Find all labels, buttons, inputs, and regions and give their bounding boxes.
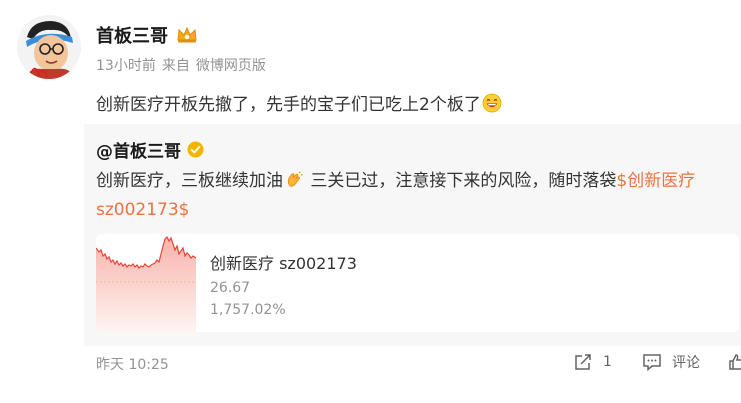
stock-change: 1,757.02%: [210, 302, 286, 318]
post-text: 创新医疗开板先撤了，先手的宝子们已吃上2个板了: [96, 90, 502, 115]
crown-icon[interactable]: [176, 26, 198, 44]
avatar[interactable]: [17, 15, 81, 79]
author-row: 首板三哥: [96, 22, 198, 48]
share-icon: [573, 352, 593, 372]
stock-card[interactable]: 创新医疗 sz002173 26.67 1,757.02%: [96, 234, 739, 332]
clap-emoji-icon: [285, 170, 303, 188]
post-source: 微博网页版: [195, 58, 266, 74]
comment-label: 评论: [672, 355, 700, 371]
post-text-content: 创新医疗开板先撤了，先手的宝子们已吃上2个板了: [96, 95, 481, 115]
post-meta: 13小时前 来自 微博网页版: [96, 55, 266, 75]
stock-price: 26.67: [210, 280, 251, 296]
avatar-cartoon-icon: [17, 15, 81, 79]
like-button[interactable]: [727, 352, 741, 372]
source-prefix: 来自: [161, 58, 190, 74]
stock-name: 创新医疗 sz002173: [210, 254, 357, 273]
comment-icon: [642, 352, 662, 372]
repost-author-name[interactable]: @首板三哥: [96, 137, 181, 162]
post-footer: 昨天 10:25 1 评论: [0, 346, 741, 403]
repost-text: 创新医疗，三板继续加油 三关已过，注意接下来的风险，随时落袋$创新医疗 sz00…: [96, 167, 726, 225]
author-name[interactable]: 首板三哥: [96, 22, 168, 48]
repost-text-part2: 三关已过，注意接下来的风险，随时落袋: [305, 171, 617, 191]
share-count: 1: [603, 354, 612, 370]
repost-time[interactable]: 昨天 10:25: [96, 354, 169, 374]
repost-card[interactable]: @首板三哥 创新医疗，三板继续加油 三关已过，注意接下来的风险，随时落袋$创新医…: [84, 124, 741, 346]
laughing-emoji-icon: [482, 93, 502, 113]
stock-mini-chart: [96, 234, 196, 332]
share-button[interactable]: 1: [573, 352, 612, 372]
repost-text-part1: 创新医疗，三板继续加油: [96, 171, 283, 191]
verified-icon: [187, 141, 204, 158]
thumbs-up-icon: [727, 352, 741, 372]
post-time[interactable]: 13小时前: [96, 55, 156, 75]
comment-button[interactable]: 评论: [642, 352, 700, 372]
repost-author: @首板三哥: [96, 137, 204, 162]
